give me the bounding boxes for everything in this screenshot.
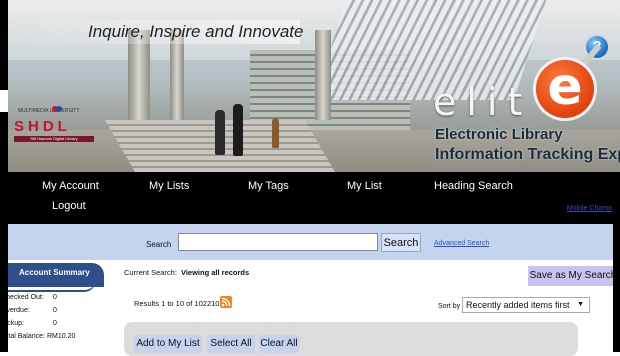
elite-logo-word: elit [433,80,533,124]
sort-select-value: Recently added items first [466,300,570,310]
current-search-value: Viewing all records [180,268,250,277]
clear-all-button[interactable]: Clear All [259,335,299,353]
banner-person [233,104,243,156]
shdl-logo: MULTIMEDIA UNIVERSITY SHDL Siti Hasmah D… [14,106,100,146]
search-label: Search [146,240,172,249]
banner-tagline: Inquire, Inspire and Innovate [88,22,304,41]
mmu-university-text: MULTIMEDIA UNIVERSITY [18,108,80,114]
nav-my-lists[interactable]: My Lists [149,180,189,192]
rss-feed-icon[interactable] [220,296,232,308]
select-all-button[interactable]: Select All [207,335,255,353]
account-summary-value: 0 [53,320,57,327]
account-summary-title: Account Summary [19,268,90,277]
search-button[interactable]: Search [381,233,421,252]
advanced-search-link[interactable]: Advanced Search [434,240,489,247]
banner-person [215,110,225,155]
elite-logo-e: e [547,57,583,117]
search-input[interactable] [178,233,378,251]
mmu-logo-icon [52,106,62,112]
left-edge-strip [0,0,8,352]
left-edge-notch [0,90,8,112]
elite-magnifier-icon: e [536,57,594,118]
current-search-label: Current Search: [124,268,177,277]
current-search: Current Search: Viewing all records [124,268,249,277]
banner-person [272,118,279,148]
sort-by-label: Sort by [438,303,461,310]
search-bar: Search Search Advanced Search [8,224,620,260]
results-summary: Results 1 to 10 of 102210 [134,299,220,308]
shdl-logo-text: SHDL [14,118,71,135]
account-summary-tab[interactable]: Account Summary [8,263,104,287]
shdl-logo-subtitle: Siti Hasmah Digital Library [14,136,94,142]
header-banner: Inquire, Inspire and Innovate MULTIMEDIA… [0,0,620,172]
banner-pillar [170,30,184,125]
sort-select[interactable]: Recently added items first ▼ [462,297,590,313]
right-edge-strip [613,224,620,352]
account-summary-value: 0 [53,294,57,301]
elite-tagline-1: Electronic Library [435,126,563,143]
nav-my-account[interactable]: My Account [42,180,99,192]
nav-heading-search[interactable]: Heading Search [434,180,513,192]
add-to-my-list-button[interactable]: Add to My List [134,335,202,353]
chevron-down-icon: ▼ [577,301,584,308]
elite-logo: elit e Electronic Library Information Tr… [430,43,620,170]
save-as-my-search-button[interactable]: Save as My Search [528,266,618,286]
elite-tagline-2: Information Tracking Expert [435,146,620,163]
banner-pillar [315,30,331,120]
account-summary-value: 0 [53,307,57,314]
mobile-chamo-link[interactable]: Mobile Chamo [567,205,612,212]
main-nav-bar: My Account Logout My Lists My Tags My Li… [8,172,620,224]
account-summary-value: RM10.20 [47,333,76,340]
nav-logout[interactable]: Logout [52,200,86,212]
nav-my-list[interactable]: My List [347,180,382,192]
nav-my-tags[interactable]: My Tags [248,180,289,192]
